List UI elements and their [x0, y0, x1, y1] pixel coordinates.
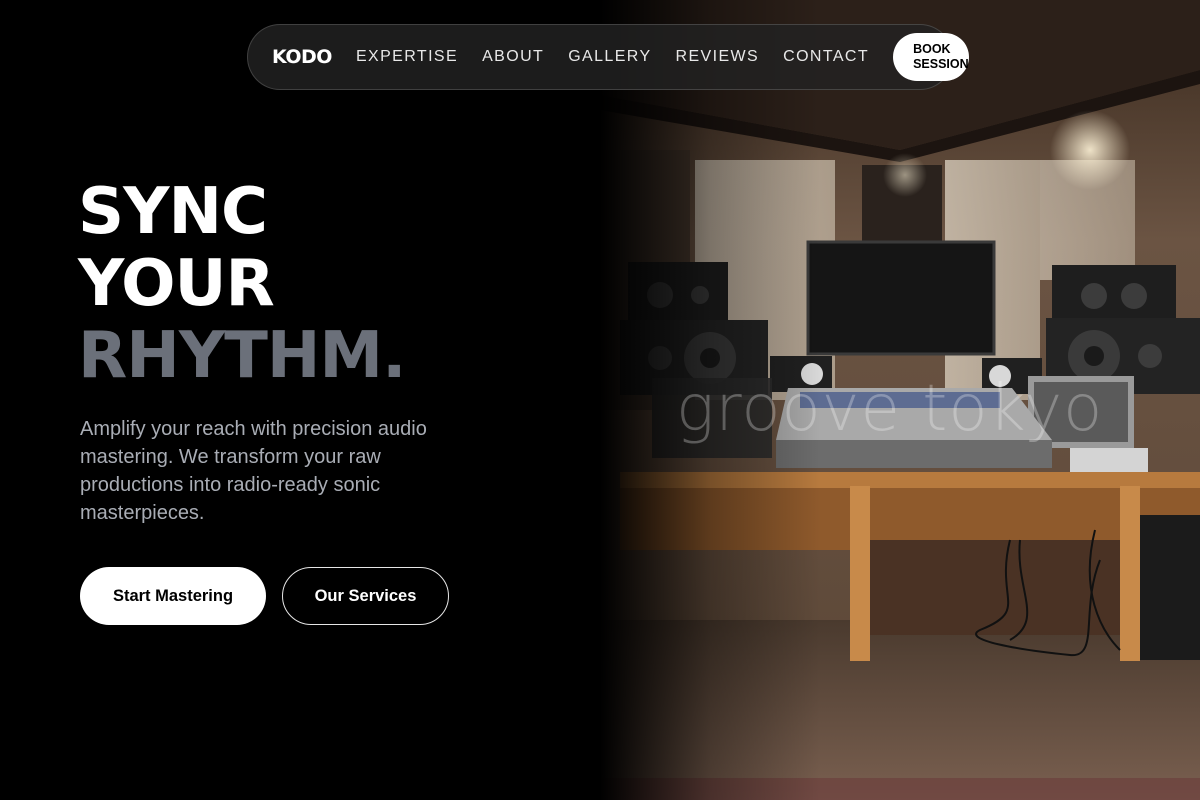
nav-link-reviews[interactable]: REVIEWS	[676, 48, 760, 66]
book-session-label-line2: SESSION	[913, 57, 969, 71]
nav-link-about[interactable]: ABOUT	[482, 48, 544, 66]
nav-link-gallery[interactable]: GALLERY	[568, 48, 651, 66]
hero-subtitle: Amplify your reach with precision audio …	[80, 418, 427, 524]
photo-watermark: groove tokyo	[676, 372, 1104, 446]
our-services-button[interactable]: Our Services	[282, 567, 449, 625]
top-navigation: KODO EXPERTISE ABOUT GALLERY REVIEWS CON…	[247, 24, 969, 90]
book-session-label-line1: BOOK	[913, 42, 951, 56]
start-mastering-button[interactable]: Start Mastering	[80, 567, 266, 625]
nav-link-expertise[interactable]: EXPERTISE	[356, 48, 458, 66]
landing-page: groove tokyo KODO EXPERTISE ABOUT GALLER…	[0, 0, 1200, 800]
headline-line-2: YOUR	[78, 247, 275, 321]
studio-photo: groove tokyo	[600, 0, 1200, 800]
headline-line-3: RHYTHM.	[78, 319, 406, 393]
nav-link-contact[interactable]: CONTACT	[783, 48, 869, 66]
hero-headline: SYNC YOUR RHYTHM.	[78, 175, 406, 393]
headline-line-1: SYNC	[78, 175, 268, 249]
brand-logo[interactable]: KODO	[272, 46, 332, 68]
book-session-button[interactable]: BOOK SESSION	[893, 33, 969, 81]
book-session-label: BOOK SESSION	[913, 42, 969, 72]
